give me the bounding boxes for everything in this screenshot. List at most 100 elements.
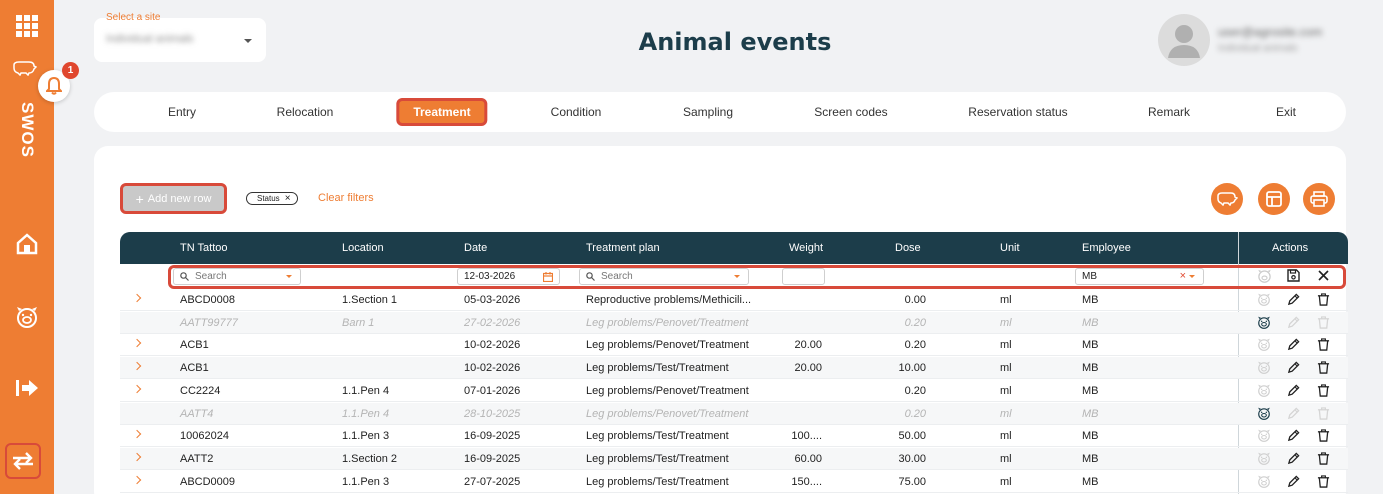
- cell-tattoo: ACB1: [180, 339, 209, 352]
- cell-tattoo: AATT2: [180, 452, 214, 465]
- table-row[interactable]: CC2224 1.1.Pen 4 07-01-2026 Leg problems/Pe…: [120, 380, 1348, 402]
- cell-date: 10-02-2026: [464, 362, 521, 375]
- cell-dose: 0.00: [904, 294, 926, 306]
- table-row[interactable]: AATT4 1.1.Pen 4 28-10-2025 Leg problems/Pen…: [120, 402, 1348, 425]
- table-row[interactable]: ACB1 10-02-2026 Leg problems/Penovet/Treat…: [120, 334, 1348, 357]
- event-tabs: Entry Relocation Treatment Condition Sam…: [94, 92, 1346, 132]
- column-header-tattoo[interactable]: TN Tattoo: [180, 232, 228, 264]
- pig-icon: [1217, 192, 1238, 206]
- cell-tattoo: ACB1: [180, 362, 209, 375]
- delete-icon[interactable]: [1317, 293, 1331, 307]
- column-header-date[interactable]: Date: [464, 232, 487, 264]
- chevron-right-icon[interactable]: [132, 361, 142, 371]
- tab-condition[interactable]: Condition: [551, 92, 602, 132]
- table-row[interactable]: AATT2 1.Section 2 16-09-2025 Leg problems/T…: [120, 447, 1348, 470]
- cell-weight: 60.00: [794, 452, 822, 465]
- table-row[interactable]: ABCD0008 1.Section 1 05-03-2026 Reproductiv…: [120, 289, 1348, 311]
- tab-reservation-status[interactable]: Reservation status: [968, 92, 1067, 132]
- delete-icon: [1317, 406, 1331, 421]
- column-header-treatment-plan[interactable]: Treatment plan: [586, 232, 660, 264]
- cell-location: 1.1.Pen 3: [342, 430, 390, 443]
- column-header-weight[interactable]: Weight: [789, 232, 823, 264]
- logout-icon[interactable]: [0, 376, 54, 400]
- cell-location: 1.Section 2: [342, 452, 398, 465]
- chevron-right-icon[interactable]: [132, 452, 142, 462]
- delete-icon[interactable]: [1317, 452, 1331, 466]
- tab-exit[interactable]: Exit: [1276, 92, 1296, 132]
- pig-face-icon[interactable]: [0, 305, 54, 329]
- delete-icon[interactable]: [1317, 429, 1331, 443]
- status-filter-chip[interactable]: Status ×: [246, 192, 298, 205]
- column-header-employee[interactable]: Employee: [1082, 232, 1131, 264]
- cell-tattoo: ABCD0008: [180, 294, 236, 306]
- chevron-right-icon[interactable]: [132, 475, 142, 484]
- tab-sampling[interactable]: Sampling: [683, 92, 733, 132]
- tab-screen-codes[interactable]: Screen codes: [814, 92, 887, 132]
- add-new-row-label: Add new row: [147, 192, 212, 205]
- cell-employee: MB: [1082, 362, 1099, 375]
- switch-view-button[interactable]: [5, 443, 41, 479]
- clear-filters-link[interactable]: Clear filters: [318, 192, 374, 204]
- edit-icon[interactable]: [1287, 293, 1301, 307]
- cell-weight: 20.00: [794, 339, 822, 352]
- table-row[interactable]: AATT99777 Barn 1 27-02-2026 Leg problems/Pe…: [120, 311, 1348, 334]
- edit-icon[interactable]: [1287, 452, 1301, 466]
- tab-entry[interactable]: Entry: [168, 92, 196, 132]
- cell-unit: ml: [1000, 294, 1012, 306]
- cell-date: 10-02-2026: [464, 339, 521, 352]
- table-row[interactable]: 10062024 1.1.Pen 3 16-09-2025 Leg problems/…: [120, 425, 1348, 448]
- cell-treatment-plan: Leg problems/Test/Treatment: [586, 452, 729, 465]
- chevron-right-icon[interactable]: [132, 293, 142, 303]
- chevron-right-icon[interactable]: [132, 429, 142, 439]
- pig-face-icon: [1257, 475, 1271, 489]
- column-header-unit[interactable]: Unit: [1000, 232, 1020, 264]
- cell-date: 27-07-2025: [464, 475, 521, 488]
- cell-treatment-plan: Leg problems/Penovet/Treatment: [586, 316, 749, 329]
- edit-icon[interactable]: [1287, 361, 1301, 375]
- pig-face-icon: [1257, 361, 1271, 375]
- cell-tattoo: AATT99777: [180, 316, 238, 329]
- cell-date: 16-09-2025: [464, 430, 521, 443]
- delete-icon[interactable]: [1317, 361, 1331, 375]
- tab-treatment[interactable]: Treatment: [396, 98, 488, 126]
- edit-icon[interactable]: [1287, 338, 1301, 352]
- cell-unit: ml: [1000, 407, 1012, 420]
- cell-dose: 10.00: [898, 362, 926, 375]
- chevron-right-icon[interactable]: [132, 384, 142, 394]
- add-new-row-button[interactable]: + Add new row: [120, 183, 227, 214]
- cell-employee: MB: [1082, 384, 1099, 397]
- delete-icon[interactable]: [1317, 338, 1331, 352]
- cell-location: 1.1.Pen 4: [342, 407, 390, 420]
- cell-location: 1.1.Pen 3: [342, 475, 390, 488]
- pig-face-icon[interactable]: [1257, 407, 1271, 421]
- edit-icon[interactable]: [1287, 475, 1301, 489]
- delete-icon[interactable]: [1317, 474, 1331, 489]
- printer-icon: [1310, 191, 1328, 207]
- avatar[interactable]: [1158, 14, 1210, 66]
- chevron-right-icon[interactable]: [132, 339, 142, 348]
- cell-unit: ml: [1000, 316, 1012, 329]
- edit-icon[interactable]: [1287, 429, 1301, 443]
- edit-icon: [1287, 406, 1301, 421]
- home-icon[interactable]: [0, 232, 54, 256]
- pig-group-button[interactable]: [1211, 183, 1243, 215]
- user-subtitle: Individual animals: [1218, 43, 1298, 54]
- tab-relocation[interactable]: Relocation: [277, 92, 334, 132]
- column-header-location[interactable]: Location: [342, 232, 384, 264]
- edit-icon[interactable]: [1287, 384, 1301, 398]
- column-header-dose[interactable]: Dose: [895, 232, 921, 264]
- cell-location: 1.1.Pen 4: [342, 384, 390, 397]
- cell-unit: ml: [1000, 362, 1012, 375]
- table-row[interactable]: ABCD0009 1.1.Pen 3 27-07-2025 Leg problems/…: [120, 471, 1348, 493]
- print-button[interactable]: [1303, 183, 1335, 215]
- pig-face-icon: [1257, 429, 1271, 443]
- columns-button[interactable]: [1258, 183, 1290, 215]
- cell-date: 28-10-2025: [464, 407, 521, 420]
- delete-icon[interactable]: [1317, 384, 1331, 398]
- close-icon[interactable]: ×: [285, 193, 291, 204]
- pig-face-icon[interactable]: [1257, 316, 1271, 330]
- tab-remark[interactable]: Remark: [1148, 92, 1190, 132]
- cell-treatment-plan: Leg problems/Penovet/Treatment: [586, 339, 749, 352]
- table-row[interactable]: ACB1 10-02-2026 Leg problems/Test/Treatmen…: [120, 357, 1348, 380]
- site-select-label: Select a site: [106, 12, 161, 23]
